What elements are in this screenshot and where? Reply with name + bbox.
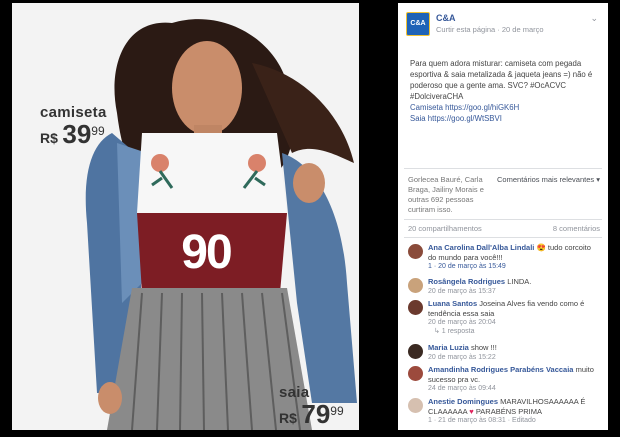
avatar[interactable] (408, 244, 423, 259)
comment-body-2: PARABÉNS PRIMA (475, 406, 542, 416)
avatar[interactable] (408, 366, 423, 381)
comment-text: Ana Carolina Dall'Alba Lindali 😍 tudo co… (428, 243, 600, 262)
model-photo (12, 3, 359, 430)
comment-meta: 1 · 20 de março às 15:49 (428, 263, 600, 270)
comment-text: Amandinha Rodrigues Parabéns Vaccaia mui… (428, 365, 600, 384)
emoji-icon: 😍 (536, 243, 546, 252)
skirt-cents: 99 (330, 404, 344, 418)
comment-item: Anestie Domingues MARAVILHOSAAAAAA É CLA… (398, 395, 608, 426)
shirt-price: 39 (62, 119, 92, 149)
post-text-block: Para quem adora misturar: camiseta com p… (398, 43, 608, 124)
comment-item: Amandinha Rodrigues Parabéns Vaccaia mui… (398, 363, 608, 395)
avatar[interactable] (408, 398, 423, 413)
shirt-cents: 99 (91, 124, 105, 138)
counts-row: 20 compartilhamentos 8 comentários (398, 220, 608, 237)
skirt-link[interactable]: Saia https://goo.gl/WtSBVI (410, 113, 600, 124)
avatar[interactable] (408, 344, 423, 359)
post-meta[interactable]: Curtir esta página · 20 de março (436, 25, 544, 34)
comment-item: Rosângela Rodrigues LINDA. 20 de março à… (398, 275, 608, 297)
comment-meta[interactable]: 1 · 21 de março às 08:31 · Editado (428, 417, 600, 424)
comment-text: Anestie Domingues MARAVILHOSAAAAAA É CLA… (428, 397, 600, 416)
shirt-price-tag: camiseta R$ 3999 (40, 104, 107, 148)
replies-link[interactable]: ↳ 1 resposta (428, 327, 600, 335)
post-header: C&A C&A Curtir esta página · 20 de março… (398, 3, 608, 43)
comment-meta[interactable]: 20 de março às 15:37 (428, 288, 600, 295)
comment-meta[interactable]: 20 de março às 15:22 (428, 354, 600, 361)
post-text: Para quem adora misturar: camiseta com p… (410, 59, 593, 101)
commenter-name[interactable]: Luana Santos (428, 299, 477, 308)
comment-item: Maria Luzia show !!! 20 de março às 15:2… (398, 341, 608, 363)
page-name[interactable]: C&A (436, 13, 456, 23)
comment-item: Luana Santos Joseina Alves fia vendo com… (398, 297, 608, 341)
commenter-name[interactable]: Anestie Domingues (428, 397, 498, 406)
shares-count[interactable]: 20 compartilhamentos (408, 224, 482, 233)
commenter-name[interactable]: Rosângela Rodrigues (428, 277, 505, 286)
comments-count[interactable]: 8 comentários (553, 224, 600, 233)
commenter-name[interactable]: Maria Luzia (428, 343, 469, 352)
page-logo[interactable]: C&A (406, 12, 430, 36)
comment-item: Ana Carolina Dall'Alba Lindali 😍 tudo co… (398, 241, 608, 275)
like-count[interactable]: 1 · 20 de março às 15:49 (428, 263, 506, 270)
comment-body: show !!! (470, 343, 497, 352)
avatar[interactable] (408, 300, 423, 315)
relevance-dropdown[interactable]: Comentários mais relevantes ▾ (497, 175, 600, 215)
shirt-currency: R$ (40, 130, 58, 146)
comments-list: Ana Carolina Dall'Alba Lindali 😍 tudo co… (398, 238, 608, 426)
comment-body: LINDA. (507, 277, 532, 286)
avatar[interactable] (408, 278, 423, 293)
skirt-currency: R$ (279, 410, 297, 426)
comment-meta[interactable]: 20 de março às 20:04 (428, 319, 600, 326)
heart-icon: ♥ (469, 406, 474, 416)
skirt-price-tag: saia R$ 7999 (279, 384, 344, 428)
comment-text: Maria Luzia show !!! (428, 343, 600, 353)
shirt-number: 90 (181, 226, 232, 279)
commenter-name[interactable]: Ana Carolina Dall'Alba Lindali (428, 243, 534, 252)
shirt-link[interactable]: Camiseta https://goo.gl/hiGK6H (410, 102, 600, 113)
skirt-price: 79 (301, 399, 331, 429)
likers-text[interactable]: Gorlecea Bauré, Carla Braga, Jailiny Mor… (408, 175, 497, 215)
comment-text: Rosângela Rodrigues LINDA. (428, 277, 600, 287)
comment-meta[interactable]: 24 de março às 09:44 (428, 385, 600, 392)
post-photo[interactable]: 90 camiseta R$ 3999 saia R$ 7999 (12, 3, 359, 430)
reactions-row: Gorlecea Bauré, Carla Braga, Jailiny Mor… (398, 169, 608, 219)
commenter-name[interactable]: Amandinha Rodrigues Parabéns Vaccaia (428, 365, 573, 374)
comment-text: Luana Santos Joseina Alves fia vendo com… (428, 299, 600, 318)
chevron-down-icon[interactable]: ⌄ (590, 13, 598, 24)
post-sidebar: C&A C&A Curtir esta página · 20 de março… (398, 3, 608, 430)
